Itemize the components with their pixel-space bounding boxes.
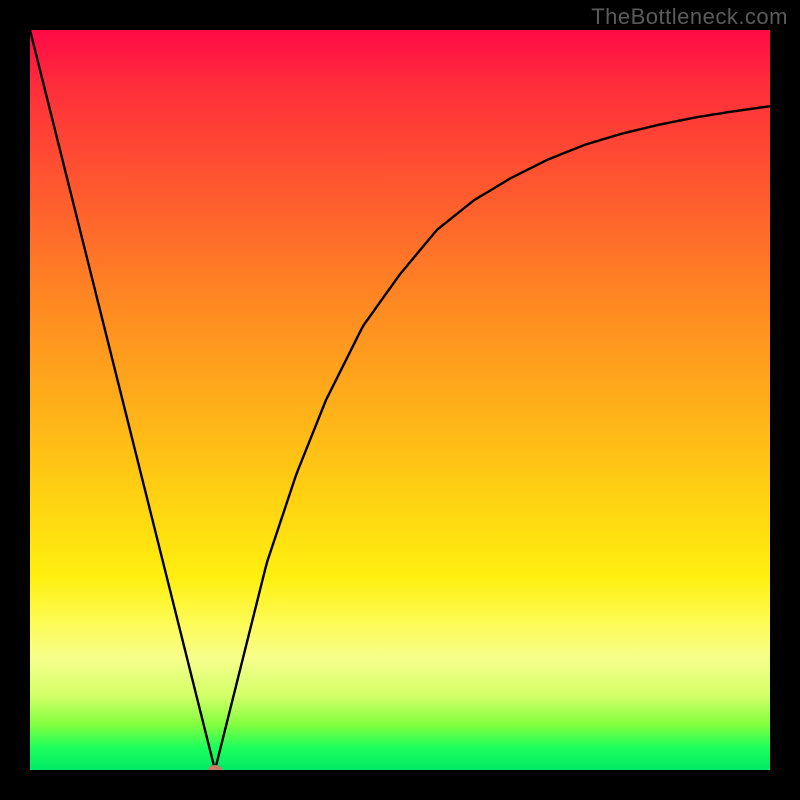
curve-path [30, 30, 770, 769]
bottleneck-curve [30, 30, 770, 770]
chart-frame: TheBottleneck.com [0, 0, 800, 800]
watermark-text: TheBottleneck.com [591, 4, 788, 30]
minimum-marker [208, 765, 222, 770]
plot-area [30, 30, 770, 770]
